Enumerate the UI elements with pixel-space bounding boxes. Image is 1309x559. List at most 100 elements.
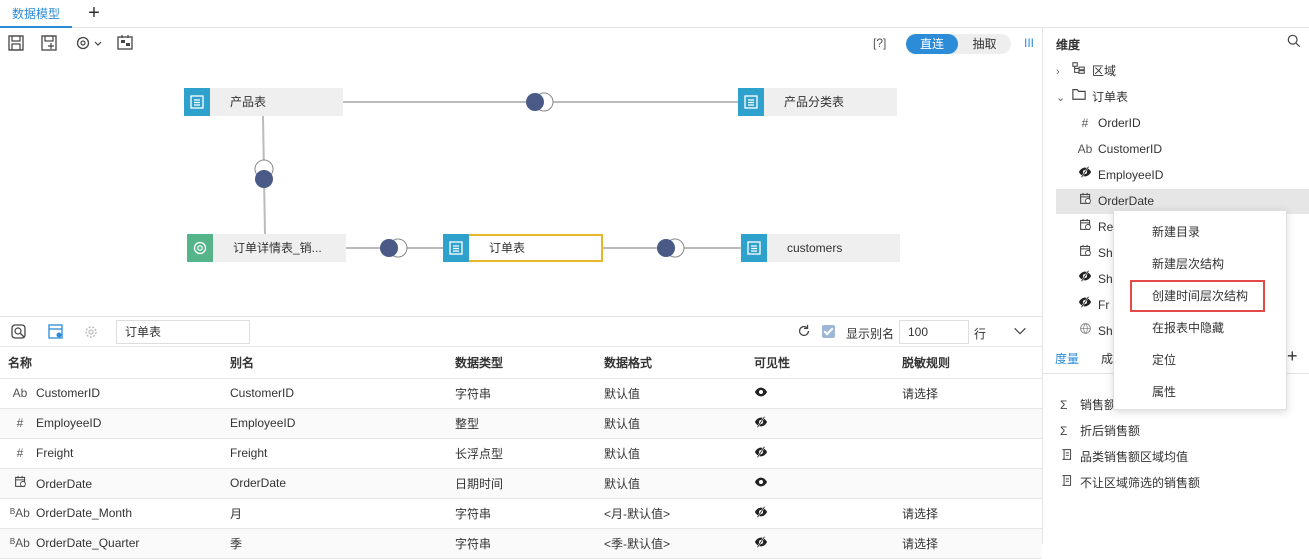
join-icon[interactable] (254, 159, 274, 188)
field-alias[interactable]: EmployeeID (230, 416, 295, 430)
eye-icon[interactable] (754, 477, 768, 492)
tree-item[interactable]: Sh (1076, 240, 1113, 266)
table-row[interactable]: # Freight Freight 长浮点型 默认值 (0, 438, 1042, 469)
tree-item-label: 订单表 (1092, 90, 1129, 104)
measure-item[interactable]: 品类销售额区域均值 (1060, 444, 1188, 470)
context-menu: 新建目录 新建层次结构 创建时间层次结构 在报表中隐藏 定位 属性 (1113, 210, 1287, 410)
table-node-label: 订单详情表_销... (233, 241, 322, 255)
measure-item[interactable]: 不让区域筛选的销售额 (1060, 470, 1200, 496)
column-header-alias[interactable]: 别名 (230, 348, 455, 379)
field-alias[interactable]: OrderDate (230, 476, 286, 490)
eye-slash-icon[interactable] (754, 505, 768, 522)
tree-item-label: Sh (1098, 324, 1113, 338)
table-node-customers[interactable]: customers (741, 234, 900, 262)
table-row[interactable]: # EmployeeID EmployeeID 整型 默认值 (0, 408, 1042, 439)
context-menu-item[interactable]: 创建时间层次结构 (1152, 280, 1248, 312)
tab-other[interactable]: 成 (1101, 350, 1113, 367)
tree-item[interactable]: › 区域 (1056, 58, 1116, 84)
field-masking[interactable]: 请选择 (902, 507, 938, 521)
add-measure-button[interactable]: + (1287, 346, 1298, 367)
field-alias[interactable]: 月 (230, 507, 242, 521)
show-alias-checkbox[interactable] (822, 325, 835, 338)
table-icon (184, 88, 210, 116)
folder-icon (1070, 84, 1088, 110)
field-type[interactable]: 长浮点型 (455, 447, 503, 461)
table-node-product[interactable]: 产品表 (184, 88, 343, 116)
refresh-icon[interactable] (796, 323, 812, 342)
eye-slash-icon[interactable] (754, 445, 768, 462)
field-format[interactable]: 默认值 (604, 477, 640, 491)
context-menu-item[interactable]: 新建层次结构 (1152, 248, 1224, 280)
preview-icon[interactable] (10, 323, 28, 341)
tab-data-model[interactable]: 数据模型 (0, 0, 73, 28)
field-type[interactable]: 日期时间 (455, 477, 503, 491)
calendar-icon (1076, 188, 1094, 214)
show-alias-label: 显示别名 (846, 327, 895, 341)
calendar-icon (10, 475, 30, 491)
tree-item-label: CustomerID (1098, 142, 1163, 156)
eye-slash-icon[interactable] (754, 535, 768, 552)
table-icon (738, 88, 764, 116)
table-node-orders[interactable]: 订单表 (443, 234, 603, 262)
field-format[interactable]: 默认值 (604, 417, 640, 431)
table-row[interactable]: Ab CustomerID CustomerID 字符串 默认值 请选择 (0, 378, 1042, 409)
join-icon[interactable] (526, 92, 554, 112)
tab-measure[interactable]: 度量 (1055, 350, 1079, 367)
context-menu-item[interactable]: 新建目录 (1152, 216, 1200, 248)
rows-input[interactable]: 100 (899, 320, 969, 344)
add-tab-button[interactable]: + (84, 2, 104, 26)
table-name-input[interactable]: 订单表 (116, 320, 250, 344)
field-format[interactable]: 默认值 (604, 447, 640, 461)
tree-item[interactable]: Fr (1076, 292, 1109, 318)
table-row[interactable]: OrderDate OrderDate 日期时间 默认值 (0, 468, 1042, 499)
tree-item-label: Re (1098, 220, 1114, 234)
column-header-masking[interactable]: 脱敏规则 (902, 348, 1042, 379)
field-type[interactable]: 字符串 (455, 507, 491, 521)
column-header-visibility[interactable]: 可见性 (754, 348, 902, 379)
measure-item[interactable]: Σ 销售额 (1060, 392, 1116, 418)
number-icon: # (1081, 116, 1089, 130)
tree-item[interactable]: Re (1076, 214, 1113, 240)
calculated-measure-icon (1060, 444, 1076, 470)
field-masking[interactable]: 请选择 (902, 387, 938, 401)
field-alias[interactable]: Freight (230, 446, 267, 460)
column-header-name[interactable]: 名称 (0, 348, 230, 379)
context-menu-item[interactable]: 在报表中隐藏 (1152, 312, 1224, 344)
column-header-type[interactable]: 数据类型 (455, 348, 604, 379)
eye-icon[interactable] (754, 387, 768, 402)
context-menu-item[interactable]: 定位 (1152, 344, 1176, 376)
tree-item[interactable]: Sh (1076, 318, 1113, 344)
join-icon[interactable] (657, 238, 685, 258)
field-format[interactable]: 默认值 (604, 387, 640, 401)
measure-item[interactable]: Σ 折后销售额 (1060, 418, 1140, 444)
tree-item[interactable]: Ab CustomerID (1076, 136, 1162, 162)
tree-item[interactable]: # OrderID (1076, 110, 1141, 136)
table-node-category[interactable]: 产品分类表 (738, 88, 897, 116)
tree-item[interactable]: EmployeeID (1076, 162, 1163, 188)
tree-item[interactable]: ⌄ 订单表 (1056, 84, 1128, 110)
table-settings-icon[interactable] (47, 323, 65, 341)
globe-icon (1076, 318, 1094, 344)
field-alias[interactable]: CustomerID (230, 386, 294, 400)
field-type[interactable]: 字符串 (455, 387, 491, 401)
context-menu-item[interactable]: 属性 (1152, 376, 1176, 408)
chevron-down-icon[interactable] (1012, 323, 1028, 342)
eye-slash-icon[interactable] (754, 415, 768, 432)
table-row[interactable]: ᴮAb OrderDate_Quarter 季字符串 <季-默认值> 请选择 (0, 528, 1042, 559)
field-type[interactable]: 整型 (455, 417, 479, 431)
chevron-icon[interactable]: › (1056, 59, 1070, 85)
join-icon[interactable] (380, 238, 408, 258)
column-header-format[interactable]: 数据格式 (604, 348, 754, 379)
table-node-detail[interactable]: 订单详情表_销... (187, 234, 346, 262)
field-format[interactable]: <月-默认值> (604, 507, 670, 521)
relation-lines (254, 92, 741, 258)
search-icon[interactable] (1287, 34, 1301, 51)
table-row[interactable]: ᴮAb OrderDate_Month 月 字符串 <月-默认值> 请选择 (0, 498, 1042, 529)
measure-label: 折后销售额 (1080, 424, 1141, 438)
query-table-icon (187, 234, 213, 262)
tree-item-label: OrderDate (1098, 194, 1155, 208)
gear-icon[interactable] (82, 323, 100, 341)
text-icon: Ab (12, 386, 28, 400)
chevron-icon[interactable]: ⌄ (1056, 85, 1070, 111)
tree-item[interactable]: Sh (1076, 266, 1113, 292)
